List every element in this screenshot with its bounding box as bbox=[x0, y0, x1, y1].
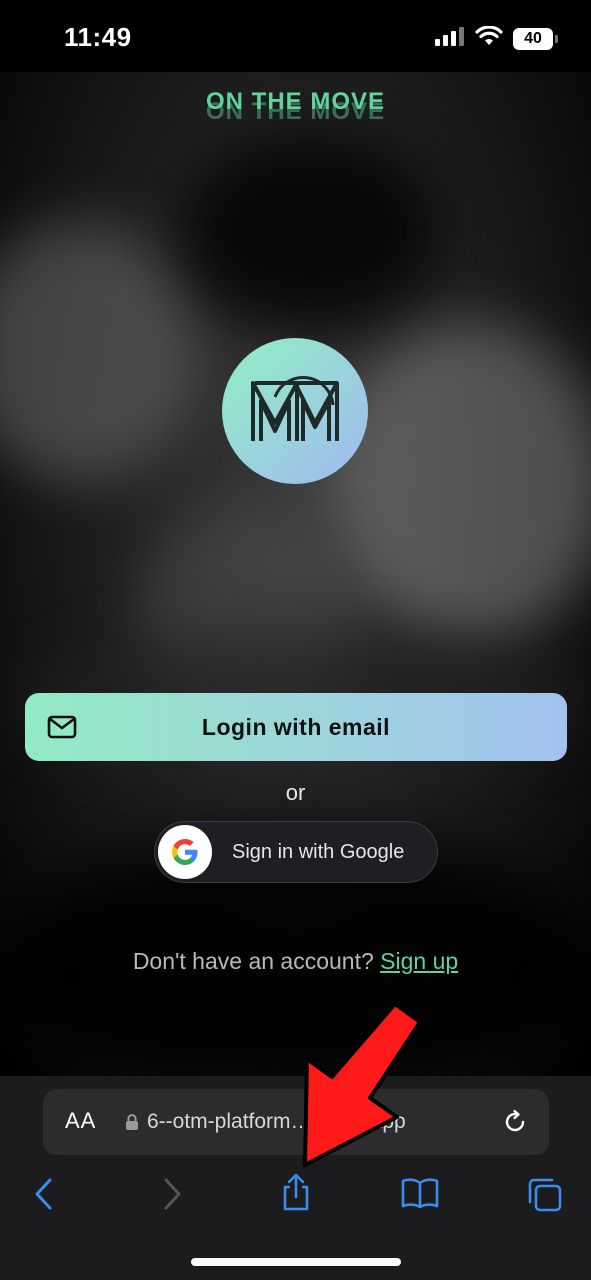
url-text: 6--otm-platform…netlify.app bbox=[147, 1110, 406, 1133]
web-content: ON THE MOVE Login with email or Sign in … bbox=[0, 72, 591, 1076]
background-photo-blur bbox=[0, 222, 200, 482]
back-icon[interactable] bbox=[32, 1176, 56, 1217]
signup-prompt: Don't have an account? Sign up bbox=[0, 948, 591, 975]
home-indicator bbox=[191, 1258, 401, 1266]
reload-icon[interactable] bbox=[501, 1108, 529, 1141]
status-icons: 40 bbox=[435, 25, 558, 51]
address-bar[interactable]: AA 6--otm-platform…netlify.app bbox=[43, 1089, 549, 1155]
signup-prompt-text: Don't have an account? bbox=[132, 948, 374, 974]
wifi-icon bbox=[475, 25, 503, 51]
sign-in-with-google-label: Sign in with Google bbox=[232, 840, 405, 863]
brand-title: ON THE MOVE bbox=[205, 88, 385, 115]
browser-nav-row bbox=[0, 1173, 591, 1224]
text-size-button[interactable]: AA bbox=[65, 1108, 96, 1134]
mail-icon bbox=[47, 714, 77, 745]
otm-monogram-icon bbox=[251, 376, 339, 441]
bookmarks-icon[interactable] bbox=[400, 1176, 440, 1215]
or-divider-text: or bbox=[285, 780, 306, 805]
google-logo-icon bbox=[158, 825, 212, 879]
background-photo-blur bbox=[180, 132, 440, 332]
tabs-icon[interactable] bbox=[526, 1176, 564, 1219]
sign-in-with-google-button[interactable]: Sign in with Google bbox=[154, 821, 438, 883]
status-bar: 11:49 40 bbox=[0, 0, 591, 72]
safari-toolbar: AA 6--otm-platform…netlify.app bbox=[0, 1076, 591, 1280]
otm-logo bbox=[222, 338, 368, 484]
sign-up-link[interactable]: Sign up bbox=[380, 948, 458, 974]
login-with-email-button[interactable]: Login with email bbox=[25, 693, 567, 761]
cellular-signal-icon bbox=[435, 26, 465, 51]
status-time: 11:49 bbox=[64, 22, 132, 52]
battery-indicator: 40 bbox=[513, 27, 558, 50]
login-with-email-label: Login with email bbox=[201, 713, 391, 740]
lock-icon bbox=[125, 1114, 139, 1136]
forward-icon[interactable] bbox=[160, 1176, 184, 1217]
background-photo-blur bbox=[330, 322, 591, 642]
share-icon[interactable] bbox=[280, 1172, 312, 1217]
battery-level: 40 bbox=[524, 29, 542, 47]
